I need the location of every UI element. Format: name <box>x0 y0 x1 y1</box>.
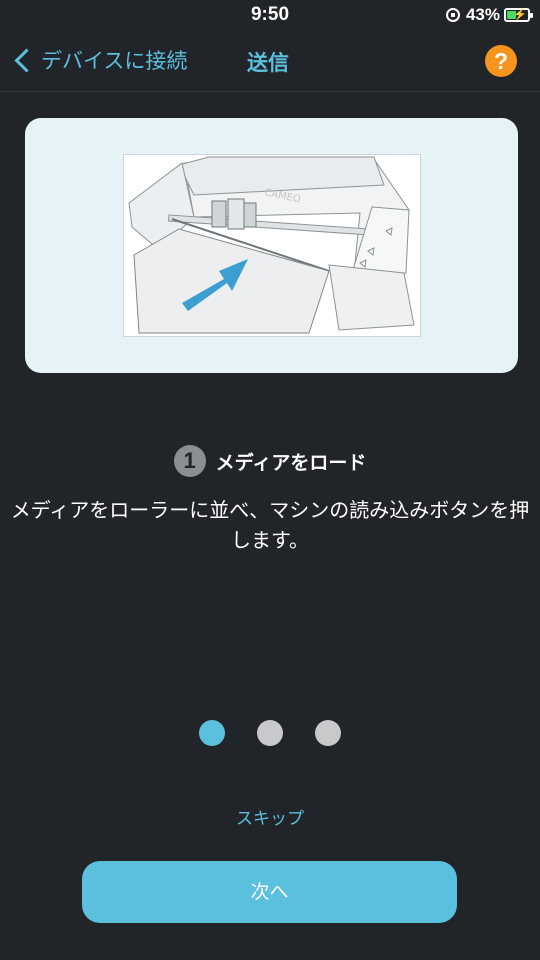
back-button-label: デバイスに接続 <box>41 49 188 73</box>
nav-bar: デバイスに接続 送信 ? <box>0 32 540 92</box>
next-button[interactable]: 次へ <box>82 861 457 923</box>
page-dot-3 <box>315 720 341 746</box>
screen: 9:50 43% ⚡ デバイスに接続 送信 ? CAMEO 1 メディアをロード… <box>0 0 540 960</box>
illustration-card: CAMEO <box>25 118 518 373</box>
status-indicators: 43% ⚡ <box>445 5 533 25</box>
page-dot-1 <box>199 720 225 746</box>
step-number-icon: 1 <box>173 445 206 477</box>
step-heading: 1 メディアをロード <box>0 445 540 477</box>
skip-button[interactable]: スキップ <box>0 804 540 829</box>
step-title: メディアをロード <box>215 451 367 474</box>
page-title: 送信 <box>247 51 289 75</box>
back-button[interactable]: デバイスに接続 <box>12 45 187 75</box>
chevron-left-icon <box>14 47 39 73</box>
rotation-lock-icon <box>445 8 460 22</box>
load-media-illustration: CAMEO <box>123 154 421 337</box>
help-icon[interactable]: ? <box>485 45 517 77</box>
status-bar: 9:50 43% ⚡ <box>0 0 540 32</box>
battery-percent: 43% <box>465 5 500 24</box>
step-description: メディアをローラーに並べ、マシンの読み込みボタンを押します。 <box>10 498 530 552</box>
page-dot-2 <box>257 720 283 746</box>
battery-charging-icon: ⚡ <box>504 8 533 22</box>
charging-bolt-icon: ⚡ <box>513 9 527 21</box>
cutting-machine-icon: CAMEO <box>128 156 415 334</box>
page-indicator <box>0 720 540 746</box>
